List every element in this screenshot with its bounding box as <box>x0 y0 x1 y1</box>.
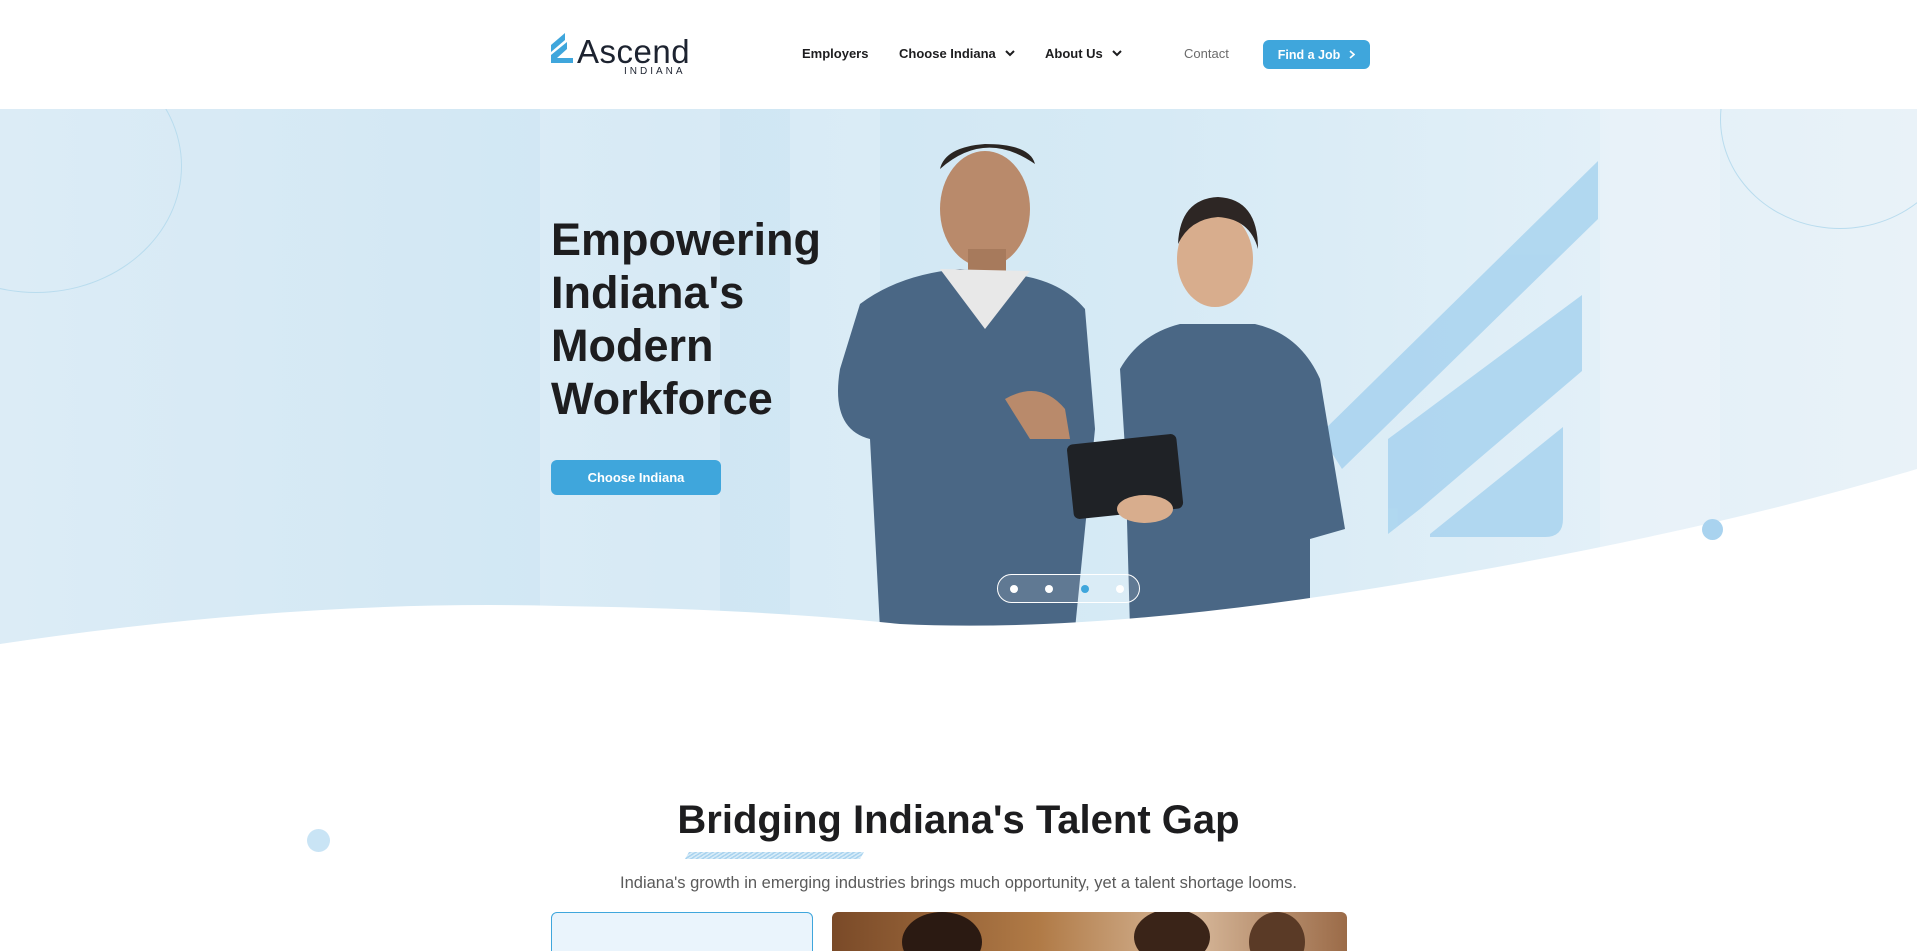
nav-employers-label: Employers <box>802 46 869 61</box>
brand-mark-shape <box>1320 161 1598 537</box>
nav-employers[interactable]: Employers <box>802 46 868 61</box>
site-header: Ascend INDIANA Employers Choose Indiana … <box>0 0 1917 109</box>
person-woman <box>1067 197 1345 629</box>
section-photo <box>832 912 1347 951</box>
logo-subtitle: INDIANA <box>624 66 686 77</box>
slider-dot-1[interactable] <box>1010 584 1018 593</box>
hero-illustration <box>0 144 1917 649</box>
choose-indiana-button[interactable]: Choose Indiana <box>551 460 721 495</box>
chevron-right-icon <box>1349 50 1356 59</box>
photo-people <box>902 912 1305 951</box>
nav-about-us[interactable]: About Us <box>1045 46 1122 61</box>
section-subtitle: Indiana's growth in emerging industries … <box>620 874 1297 892</box>
hero-title-line: Empowering <box>551 214 822 265</box>
title-underline <box>684 852 865 859</box>
nav-about-us-label: About Us <box>1045 46 1103 61</box>
hero-title: Empowering Indiana's Modern Workforce <box>551 213 851 425</box>
slider-dot-4[interactable] <box>1115 584 1124 593</box>
find-a-job-label: Find a Job <box>1277 47 1341 62</box>
section-title: Bridging Indiana's Talent Gap <box>677 798 1240 842</box>
hero-title-line: Modern <box>551 320 714 371</box>
nav-choose-indiana[interactable]: Choose Indiana <box>899 46 1015 61</box>
hero-title-line: Workforce <box>551 373 773 424</box>
chevron-down-icon <box>1112 50 1122 57</box>
slider-pagination <box>997 574 1140 603</box>
info-card[interactable] <box>551 912 813 951</box>
slider-dot-2[interactable] <box>1045 584 1054 593</box>
ascend-logo[interactable]: Ascend INDIANA <box>551 31 690 77</box>
slider-dot-3[interactable] <box>1080 584 1089 593</box>
find-a-job-button[interactable]: Find a Job <box>1263 40 1370 69</box>
nav-contact[interactable]: Contact <box>1184 46 1229 61</box>
nav-choose-indiana-label: Choose Indiana <box>899 46 996 61</box>
chevron-down-icon <box>1005 50 1015 57</box>
decorative-dot <box>1702 519 1723 540</box>
person-man <box>838 144 1095 629</box>
hero-section: Empowering Indiana's Modern Workforce Ch… <box>0 109 1917 649</box>
ascend-logo-mark-icon <box>551 33 573 63</box>
hero-title-line: Indiana's <box>551 267 745 318</box>
